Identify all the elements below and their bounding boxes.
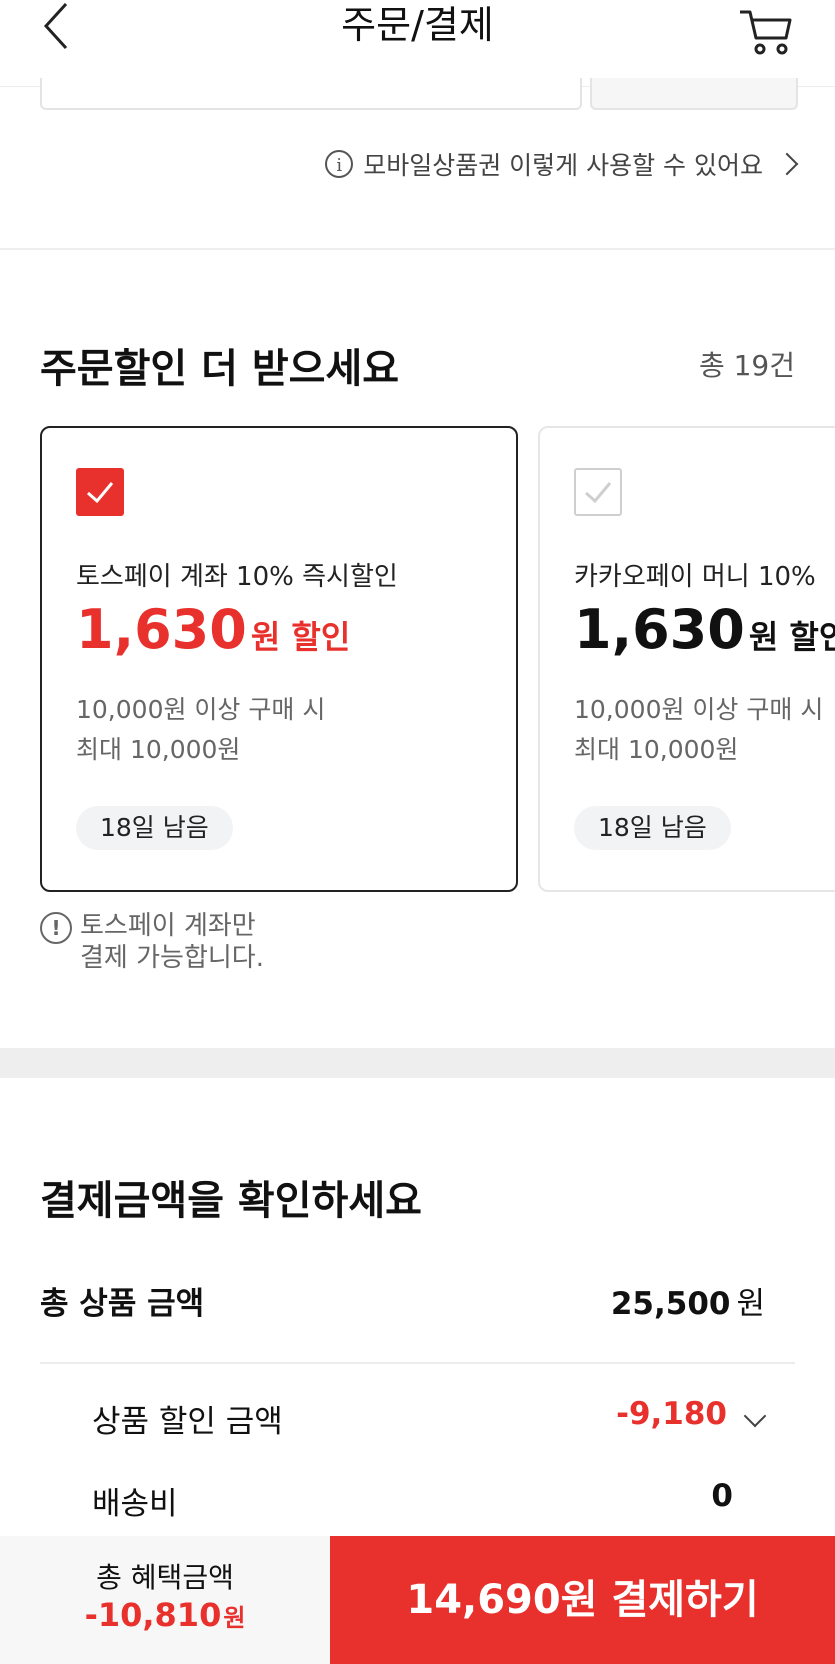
row-divider bbox=[40, 1362, 795, 1364]
chevron-right-icon bbox=[775, 152, 799, 176]
product-discount-label: 상품 할인 금액 bbox=[92, 1404, 283, 1440]
discount-card-amount: 1,630 원 할인 bbox=[574, 598, 835, 661]
coupon-code-input[interactable] bbox=[40, 78, 582, 110]
days-left-badge: 18일 남음 bbox=[76, 806, 233, 850]
condition-min-purchase: 10,000원 이상 구매 시 bbox=[76, 695, 326, 724]
benefit-amount-number: -10,810 bbox=[84, 1596, 222, 1634]
total-product-amount-label: 총 상품 금액 bbox=[40, 1286, 205, 1322]
app-header: 주문/결제 bbox=[0, 0, 835, 87]
cart-icon bbox=[740, 10, 792, 55]
notice-text: 토스페이 계좌만 결제 가능합니다. bbox=[80, 910, 264, 974]
total-benefit-value: -10,810원 bbox=[0, 1596, 330, 1634]
chevron-down-icon[interactable] bbox=[743, 1404, 767, 1428]
shipping-fee-value: 0 bbox=[711, 1478, 733, 1514]
notice-line-2: 결제 가능합니다. bbox=[80, 943, 264, 973]
check-icon bbox=[87, 482, 114, 504]
discount-amount-number: 1,630 bbox=[76, 598, 247, 661]
discount-amount-number: 1,630 bbox=[574, 598, 745, 661]
condition-min-purchase: 10,000원 이상 구매 시 bbox=[574, 695, 824, 724]
discount-card-conditions: 10,000원 이상 구매 시 최대 10,000원 bbox=[574, 690, 823, 770]
section-divider bbox=[0, 1048, 835, 1078]
shipping-fee-label: 배송비 bbox=[92, 1486, 178, 1522]
info-link-text: 모바일상품권 이렇게 사용할 수 있어요 bbox=[363, 151, 763, 180]
discount-card-tosspay[interactable]: 토스페이 계좌 10% 즉시할인 1,630 원 할인 10,000원 이상 구매… bbox=[40, 426, 518, 892]
checkbox-checked[interactable] bbox=[76, 468, 124, 516]
total-product-amount-value: 25,500 원 bbox=[611, 1278, 765, 1323]
cart-button[interactable] bbox=[738, 6, 794, 56]
discount-card-name: 카카오페이 머니 10% bbox=[574, 562, 816, 592]
total-benefit-label: 총 혜택금액 bbox=[96, 1561, 234, 1594]
payment-summary-title: 결제금액을 확인하세요 bbox=[40, 1178, 422, 1224]
days-left-badge: 18일 남음 bbox=[574, 806, 731, 850]
discount-card-conditions: 10,000원 이상 구매 시 최대 10,000원 bbox=[76, 690, 325, 770]
checkbox-unchecked[interactable] bbox=[574, 468, 622, 516]
mobile-gift-card-info-link[interactable]: i 모바일상품권 이렇게 사용할 수 있어요 bbox=[325, 146, 799, 182]
coupon-apply-button[interactable] bbox=[590, 78, 798, 110]
discount-amount-unit: 원 할인 bbox=[748, 618, 835, 656]
alert-icon: ! bbox=[40, 912, 72, 944]
discount-amount-unit: 원 할인 bbox=[250, 618, 351, 656]
total-benefit-panel: 총 혜택금액 -10,810원 bbox=[0, 1536, 330, 1664]
info-icon: i bbox=[325, 150, 354, 178]
condition-max-discount: 최대 10,000원 bbox=[574, 735, 739, 764]
discount-card-kakaopay[interactable]: 카카오페이 머니 10% 1,630 원 할인 10,000원 이상 구매 시 최… bbox=[538, 426, 835, 892]
order-discount-title: 주문할인 더 받으세요 bbox=[40, 346, 400, 392]
currency-unit: 원 bbox=[736, 1286, 765, 1322]
pay-button[interactable]: 14,690원 결제하기 bbox=[330, 1536, 835, 1664]
order-discount-count: 총 19건 bbox=[698, 349, 795, 382]
condition-max-discount: 최대 10,000원 bbox=[76, 735, 241, 764]
discount-notice: ! 토스페이 계좌만 결제 가능합니다. bbox=[40, 910, 264, 974]
check-icon bbox=[585, 482, 612, 504]
section-divider bbox=[0, 248, 835, 250]
notice-line-1: 토스페이 계좌만 bbox=[80, 911, 256, 941]
product-discount-value: -9,180 bbox=[616, 1396, 727, 1432]
discount-card-amount: 1,630 원 할인 bbox=[76, 598, 350, 661]
currency-unit: 원 bbox=[223, 1604, 246, 1632]
total-amount-number: 25,500 bbox=[610, 1286, 731, 1322]
discount-card-name: 토스페이 계좌 10% 즉시할인 bbox=[76, 562, 398, 592]
page-title: 주문/결제 bbox=[341, 3, 494, 47]
